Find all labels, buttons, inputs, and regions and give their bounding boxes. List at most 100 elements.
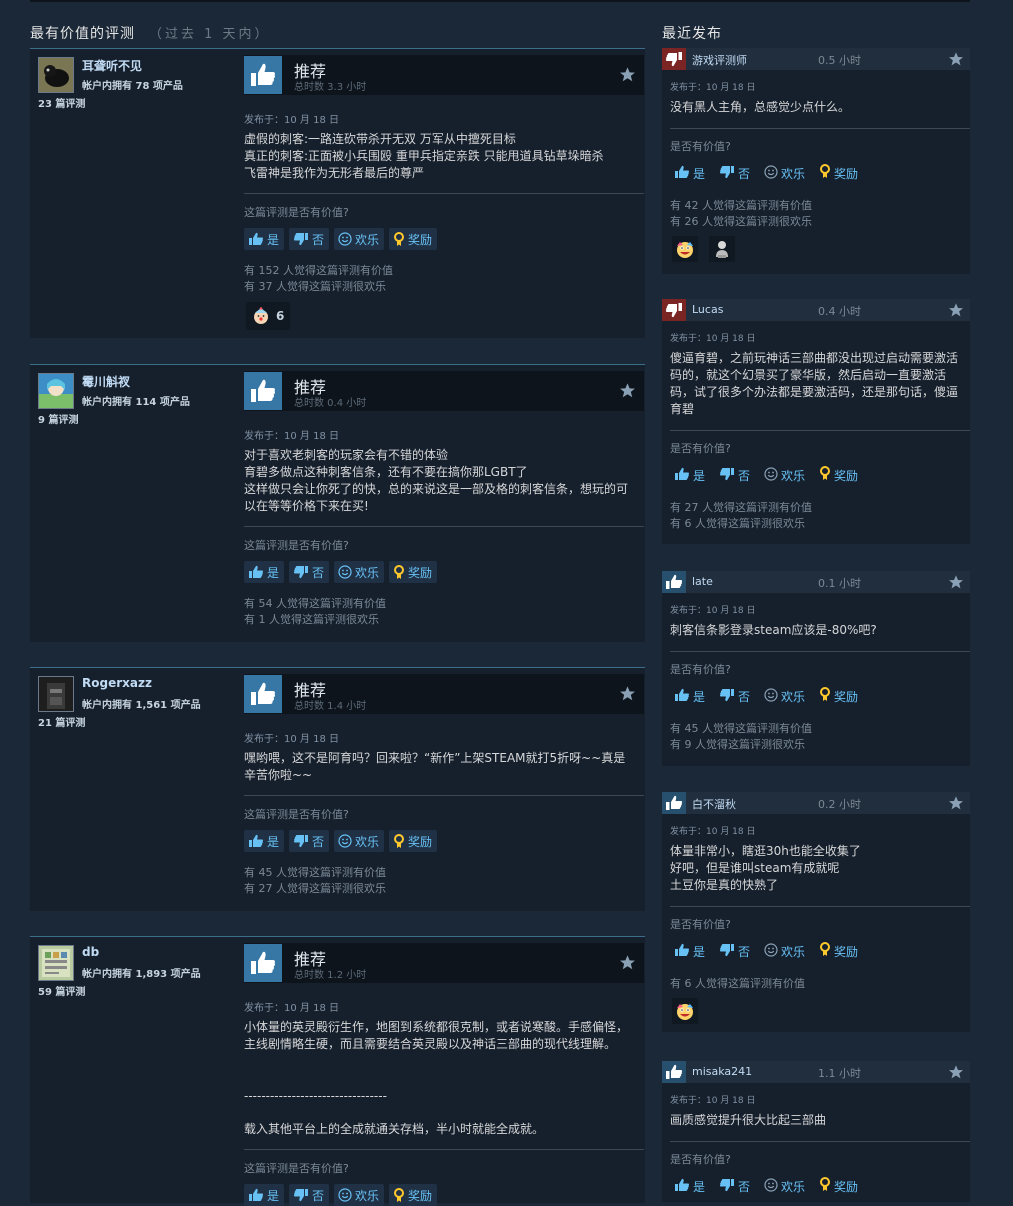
avatar[interactable]: [38, 57, 74, 93]
award-icon: [819, 164, 831, 182]
star-icon[interactable]: [619, 66, 636, 83]
recent-author[interactable]: 游戏评测师: [692, 52, 747, 68]
star-icon[interactable]: [948, 51, 964, 67]
vote-funny-button[interactable]: 欢乐: [334, 228, 385, 250]
products-owned[interactable]: 帐户内拥有 114 项产品: [82, 393, 190, 408]
clown-award-icon[interactable]: [672, 998, 698, 1024]
recent-header: 最近发布: [662, 26, 722, 42]
review-count[interactable]: 59 篇评测: [38, 983, 85, 998]
award-button[interactable]: 奖励: [389, 561, 438, 583]
vote-no-button[interactable]: 否: [289, 228, 330, 250]
vote-funny-button[interactable]: 欢乐: [760, 940, 809, 962]
vote-funny-button[interactable]: 欢乐: [334, 1184, 385, 1206]
recent-review-header[interactable]: Lucas 0.4 小时: [662, 299, 970, 321]
review-card: db 帐户内拥有 1,893 项产品 59 篇评测 推荐 总时数 1.2 小时 …: [30, 936, 645, 1206]
vote-no-button[interactable]: 否: [715, 940, 754, 962]
bust-award-icon[interactable]: [709, 236, 735, 262]
vote-funny-button[interactable]: 欢乐: [334, 561, 385, 583]
review-count[interactable]: 9 篇评测: [38, 411, 78, 426]
vote-yes-button[interactable]: 是: [244, 228, 285, 250]
vote-no-button[interactable]: 否: [715, 1175, 754, 1197]
thumbs-down-icon: [293, 1188, 309, 1202]
vote-no-button[interactable]: 否: [715, 162, 754, 184]
star-icon[interactable]: [619, 954, 636, 971]
thumbs-up-icon: [662, 792, 686, 814]
vote-yes-button[interactable]: 是: [244, 561, 285, 583]
avatar[interactable]: [38, 676, 74, 712]
products-owned[interactable]: 帐户内拥有 78 项产品: [82, 77, 183, 92]
vote-no-button[interactable]: 否: [289, 561, 330, 583]
award-button[interactable]: 奖励: [815, 685, 862, 707]
vote-funny-button[interactable]: 欢乐: [760, 464, 809, 486]
recent-review-text: 刺客信条影登录steam应该是-80%吧?: [670, 623, 877, 637]
author-name[interactable]: Rogerxazz: [82, 676, 152, 690]
review-count[interactable]: 21 篇评测: [38, 714, 85, 729]
vote-yes-button[interactable]: 是: [670, 162, 709, 184]
vote-funny-button[interactable]: 欢乐: [760, 1175, 809, 1197]
vote-yes-button[interactable]: 是: [670, 685, 709, 707]
author-name[interactable]: 霉川斛衩: [82, 373, 130, 390]
vote-funny-button[interactable]: 欢乐: [334, 830, 385, 852]
vote-header[interactable]: 推荐 总时数 3.3 小时: [244, 55, 644, 95]
avatar[interactable]: [38, 945, 74, 981]
star-icon[interactable]: [948, 795, 964, 811]
vote-yes-label: 是: [267, 834, 280, 849]
helpful-question: 这篇评测是否有价值?: [244, 539, 349, 552]
vote-funny-button[interactable]: 欢乐: [760, 162, 809, 184]
vote-yes-button[interactable]: 是: [670, 940, 709, 962]
divider: [244, 193, 644, 194]
award-badge[interactable]: 6: [246, 302, 291, 330]
recent-author[interactable]: Lucas: [692, 303, 723, 316]
star-icon[interactable]: [948, 302, 964, 318]
vote-no-button[interactable]: 否: [289, 1184, 330, 1206]
recent-hours: 0.4 小时: [818, 305, 861, 318]
vote-buttons: 是 否 欢乐 奖励: [670, 940, 862, 962]
recent-hours: 0.1 小时: [818, 577, 861, 590]
recent-review-header[interactable]: late 0.1 小时: [662, 571, 970, 593]
helpful-question: 这篇评测是否有价值?: [244, 206, 349, 219]
products-owned[interactable]: 帐户内拥有 1,893 项产品: [82, 965, 201, 980]
award-button[interactable]: 奖励: [389, 228, 438, 250]
review-text-extra: 载入其他平台上的全成就通关存档，半小时就能全成就。: [244, 1122, 545, 1136]
helpful-question: 是否有价值?: [670, 140, 731, 153]
recent-review-card: misaka241 1.1 小时 发布于：10 月 18 日 画质感觉提升很大比…: [662, 1061, 970, 1202]
avatar[interactable]: [38, 373, 74, 409]
star-icon[interactable]: [619, 382, 636, 399]
star-icon[interactable]: [948, 1064, 964, 1080]
vote-header[interactable]: 推荐 总时数 1.2 小时: [244, 943, 644, 983]
recent-author[interactable]: misaka241: [692, 1065, 752, 1078]
award-button[interactable]: 奖励: [389, 830, 438, 852]
recent-author[interactable]: 白不溜秋: [692, 796, 736, 812]
award-button[interactable]: 奖励: [815, 464, 862, 486]
vote-header[interactable]: 推荐 总时数 1.4 小时: [244, 674, 644, 714]
star-icon[interactable]: [619, 685, 636, 702]
vote-no-button[interactable]: 否: [715, 464, 754, 486]
vote-funny-button[interactable]: 欢乐: [760, 685, 809, 707]
vote-buttons: 是 否 欢乐 奖励: [670, 162, 862, 184]
vote-yes-button[interactable]: 是: [670, 464, 709, 486]
award-button[interactable]: 奖励: [815, 162, 862, 184]
award-icon: [393, 231, 405, 247]
star-icon[interactable]: [948, 574, 964, 590]
recent-review-header[interactable]: misaka241 1.1 小时: [662, 1061, 970, 1083]
author-name[interactable]: db: [82, 945, 99, 959]
recent-author[interactable]: late: [692, 575, 713, 588]
author-name[interactable]: 耳聋听不见: [82, 57, 142, 74]
award-button[interactable]: 奖励: [389, 1184, 438, 1206]
award-button[interactable]: 奖励: [815, 1175, 862, 1197]
thumbs-down-icon: [719, 943, 735, 960]
vote-yes-button[interactable]: 是: [244, 1184, 285, 1206]
vote-yes-button[interactable]: 是: [670, 1175, 709, 1197]
review-count[interactable]: 23 篇评测: [38, 95, 85, 110]
products-owned[interactable]: 帐户内拥有 1,561 项产品: [82, 696, 201, 711]
vote-header[interactable]: 推荐 总时数 0.4 小时: [244, 371, 644, 411]
recent-review-header[interactable]: 白不溜秋 0.2 小时: [662, 792, 970, 814]
vote-yes-button[interactable]: 是: [244, 830, 285, 852]
vote-no-button[interactable]: 否: [289, 830, 330, 852]
vote-no-button[interactable]: 否: [715, 685, 754, 707]
helpful-count: 有 54 人觉得这篇评测有价值: [244, 597, 386, 610]
recent-review-header[interactable]: 游戏评测师 0.5 小时: [662, 48, 970, 70]
award-button[interactable]: 奖励: [815, 940, 862, 962]
thumbs-down-icon: [662, 299, 686, 321]
clown-award-icon[interactable]: [672, 236, 698, 262]
